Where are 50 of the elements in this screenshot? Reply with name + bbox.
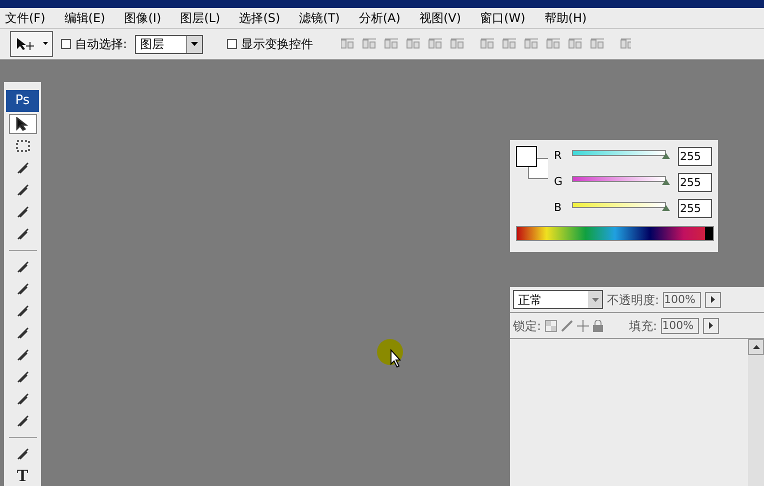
menu-item[interactable]: 分析(A) [358, 9, 400, 27]
channel-value-field[interactable]: 255 [678, 146, 712, 166]
opacity-label: 不透明度: [607, 292, 660, 308]
menu-item[interactable]: 滤镜(T) [299, 9, 340, 27]
slider-thumb[interactable] [662, 153, 670, 159]
menu-item[interactable]: 文件(F) [5, 9, 46, 27]
caret-icon [592, 298, 598, 302]
up-arrow-icon [752, 345, 760, 349]
show-transform-label: 显示变换控件 [241, 36, 314, 53]
lock-label: 锁定: [513, 318, 542, 334]
channel-value-field[interactable]: 255 [678, 172, 712, 192]
channel-value-field[interactable]: 255 [678, 198, 712, 218]
move-tool-icon[interactable] [8, 114, 36, 134]
scroll-up-button[interactable] [748, 339, 764, 355]
slider-thumb[interactable] [662, 179, 670, 185]
color-swatches-icon[interactable] [516, 146, 548, 179]
ps-logo: Ps [6, 90, 39, 112]
type-tool[interactable]: T [8, 466, 36, 486]
channel-label: G [554, 174, 560, 190]
caret-icon [191, 42, 198, 46]
channel-label: B [554, 200, 560, 216]
brush-icon[interactable] [561, 320, 574, 332]
menu-item[interactable]: 选择(S) [239, 9, 280, 27]
slider-thumb[interactable] [662, 205, 670, 211]
checkbox[interactable] [227, 39, 238, 49]
menu-item[interactable]: 帮助(H) [544, 9, 587, 27]
move-tool-icon [15, 37, 35, 51]
move-icon[interactable] [577, 320, 590, 332]
menu-item[interactable]: 窗口(W) [480, 9, 526, 27]
menu-item[interactable]: 视图(V) [419, 9, 462, 27]
fill-field[interactable]: 100% [661, 318, 700, 334]
lock-icon[interactable] [593, 320, 604, 332]
caret-icon [43, 42, 48, 46]
checkbox[interactable] [61, 39, 71, 49]
menu-item[interactable]: 编辑(E) [64, 9, 106, 27]
fill-label: 填充: [629, 318, 658, 334]
auto-select-dropdown[interactable]: 图层 [135, 34, 204, 54]
opacity-arrow-button[interactable] [705, 292, 722, 308]
play-arrow-icon [709, 322, 714, 329]
fill-arrow-button[interactable] [703, 318, 720, 334]
color-spectrum-bar[interactable] [516, 226, 714, 241]
menu-item[interactable]: 图像(I) [124, 9, 162, 27]
play-arrow-icon [711, 296, 716, 303]
tool-preset-picker[interactable] [10, 31, 53, 57]
scrollbar[interactable] [748, 339, 764, 486]
opacity-field[interactable]: 100% [663, 292, 702, 308]
blend-mode-dropdown[interactable]: 正常 [513, 290, 603, 309]
auto-select-label: 自动选择: [75, 36, 128, 53]
channel-label: R [554, 148, 560, 164]
menu-item[interactable]: 图层(L) [180, 9, 220, 27]
